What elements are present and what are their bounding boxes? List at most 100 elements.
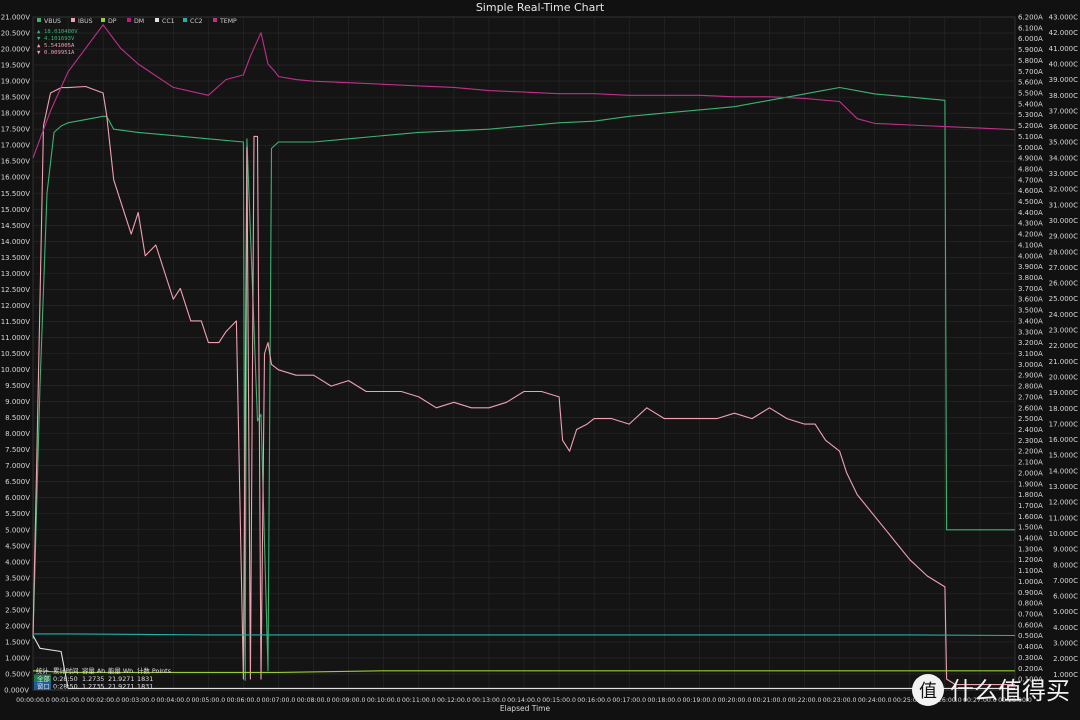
x-tick-label: 00:01:00.0 bbox=[51, 697, 85, 704]
y-right-current-tick-label: 1.200A bbox=[1018, 556, 1043, 564]
y-right-temp-tick-label: 40.000C bbox=[1049, 60, 1078, 68]
y-left-tick-label: 18.500V bbox=[1, 94, 30, 102]
y-left-tick-zero: 0.000V bbox=[4, 687, 29, 695]
y-right-temp-tick-label: 23.000C bbox=[1049, 327, 1078, 335]
y-left-tick-label: 7.500V bbox=[5, 446, 30, 454]
watermark-text: 什么值得买 bbox=[950, 677, 1070, 705]
y-right-temp-tick-label: 18.000C bbox=[1049, 405, 1078, 413]
y-right-current-tick-label: 1.600A bbox=[1018, 513, 1043, 521]
y-right-temp-tick-label: 42.000C bbox=[1049, 29, 1078, 37]
y-right-current-tick-label: 5.900A bbox=[1018, 46, 1043, 54]
y-left-tick-label: 3.000V bbox=[5, 590, 30, 598]
y-right-temp-tick-label: 33.000C bbox=[1049, 170, 1078, 178]
y-right-current-tick-label: 0.500A bbox=[1018, 632, 1043, 640]
y-left-tick-label: 20.000V bbox=[1, 46, 30, 54]
y-right-current-tick-label: 2.600A bbox=[1018, 404, 1043, 412]
y-right-current-tick-label: 1.300A bbox=[1018, 545, 1043, 553]
y-left-tick-label: 4.500V bbox=[5, 542, 30, 550]
chart: Simple Real-Time Chart 0.000V 0.500V 1.000… bbox=[0, 0, 1080, 720]
y-left-tick-label: 7.000V bbox=[5, 462, 30, 470]
legend-swatch-vbus bbox=[37, 18, 41, 22]
y-right-current-tick-label: 2.200A bbox=[1018, 448, 1043, 456]
y-left-tick-label: 10.000V bbox=[1, 366, 30, 374]
y-right-temp-tick-label: 7.000C bbox=[1053, 577, 1078, 585]
y-right-current-tick-label: 5.700A bbox=[1018, 68, 1043, 76]
x-tick-label: 00:19:00.0 bbox=[683, 697, 717, 704]
watermark-logo-glyph: 值 bbox=[919, 681, 937, 702]
y-left-tick-label: 12.000V bbox=[1, 302, 30, 310]
x-tick-label: 00:24:00.0 bbox=[858, 697, 892, 704]
y-left-tick-label: 21.000V bbox=[1, 14, 30, 22]
y-right-current-tick-label: 2.300A bbox=[1018, 437, 1043, 445]
y-left-tick-label: 8.000V bbox=[5, 430, 30, 438]
y-right-temp-tick-label: 24.000C bbox=[1049, 311, 1078, 319]
y-left-tick-label: 20.500V bbox=[1, 30, 30, 38]
readout-value: 4.101693V bbox=[44, 36, 75, 42]
y-right-temp-tick-label: 31.000C bbox=[1049, 201, 1078, 209]
x-tick-label: 00:11:00.0 bbox=[402, 697, 436, 704]
y-left-tick-label: 14.500V bbox=[1, 222, 30, 230]
x-tick-label: 00:05:00.0 bbox=[192, 697, 226, 704]
y-right-current-tick-label: 6.200A bbox=[1018, 14, 1043, 22]
y-right-temp-tick-label: 20.000C bbox=[1049, 373, 1078, 381]
legend-swatch-dm bbox=[127, 18, 131, 22]
y-right-temp-tick-label: 3.000C bbox=[1053, 640, 1078, 648]
y-left-tick-label: 17.500V bbox=[1, 126, 30, 134]
y-right-current-tick-label: 2.700A bbox=[1018, 393, 1043, 401]
y-right-temp-tick-label: 25.000C bbox=[1049, 295, 1078, 303]
x-tick-label: 00:15:00.0 bbox=[542, 697, 576, 704]
y-right-temp-tick-label: 27.000C bbox=[1049, 264, 1078, 272]
y-right-current-tick-label: 6.000A bbox=[1018, 35, 1043, 43]
y-right-current-tick-label: 5.500A bbox=[1018, 89, 1043, 97]
legend-label-vbus: VBUS bbox=[44, 18, 61, 25]
y-right-current-tick-label: 1.900A bbox=[1018, 480, 1043, 488]
legend-label-ibus: IBUS bbox=[78, 18, 93, 25]
y-left-tick-label: 11.000V bbox=[1, 334, 30, 342]
y-left-tick-label: 16.000V bbox=[1, 174, 30, 182]
y-right-temp-tick-label: 9.000C bbox=[1053, 546, 1078, 554]
y-right-current-tick-label: 1.800A bbox=[1018, 491, 1043, 499]
y-right-current-tick-label: 1.100A bbox=[1018, 567, 1043, 575]
y-left-tick-label: 2.500V bbox=[5, 606, 30, 614]
stats-header-cell: 累计时间 bbox=[53, 666, 79, 675]
y-right-temp-tick-label: 37.000C bbox=[1049, 107, 1078, 115]
x-tick-label: 00:14:00.0 bbox=[507, 697, 541, 704]
y-right-temp-tick-label: 38.000C bbox=[1049, 92, 1078, 100]
x-tick-label: 00:18:00.0 bbox=[647, 697, 681, 704]
y-left-tick-label: 6.500V bbox=[5, 478, 30, 486]
y-right-temp-tick-label: 13.000C bbox=[1049, 483, 1078, 491]
x-tick-label: 00:07:00.0 bbox=[262, 697, 296, 704]
watermark: 值 什么值得买 bbox=[912, 674, 1070, 706]
y-right-current-tick-label: 4.800A bbox=[1018, 165, 1043, 173]
y-right-current-tick-label: 3.000A bbox=[1018, 361, 1043, 369]
y-right-current-tick-label: 4.000A bbox=[1018, 252, 1043, 260]
x-tick-label: 00:22:00.0 bbox=[788, 697, 822, 704]
y-left-tick-label: 10.500V bbox=[1, 350, 30, 358]
readout-value: 18.010480V bbox=[44, 29, 78, 35]
stats-table: 统计 累计时间 容量 Ah 能量 Wh 计数 Points全部 0:28:50 1.2735… bbox=[34, 666, 172, 691]
x-tick-label: 00:21:00.0 bbox=[753, 697, 787, 704]
y-axis-voltage: 0.000V 0.500V 1.000V 1.500V 2.000V 2.500V 3.00… bbox=[1, 14, 31, 695]
y-left-tick-label: 13.500V bbox=[1, 254, 30, 262]
y-right-current-tick-label: 0.300A bbox=[1018, 654, 1043, 662]
y-right-current-tick-label: 4.100A bbox=[1018, 241, 1043, 249]
y-right-temp-tick-label: 16.000C bbox=[1049, 436, 1078, 444]
y-right-temp-tick-label: 2.000C bbox=[1053, 655, 1078, 663]
y-right-current-tick-label: 0.200A bbox=[1018, 665, 1043, 673]
y-right-temp-tick-label: 10.000C bbox=[1049, 530, 1078, 538]
y-left-tick-label: 5.000V bbox=[5, 526, 30, 534]
readout-value: 0.009951A bbox=[44, 50, 75, 56]
y-left-tick-label: 3.500V bbox=[5, 574, 30, 582]
x-tick-label: 00:03:00.0 bbox=[121, 697, 155, 704]
y-right-current-tick-label: 3.900A bbox=[1018, 263, 1043, 271]
y-right-temp-tick-label: 12.000C bbox=[1049, 499, 1078, 507]
x-tick-label: 00:00:00.0 bbox=[16, 697, 50, 704]
y-right-temp-tick-label: 6.000C bbox=[1053, 593, 1078, 601]
y-right-current-tick-label: 4.900A bbox=[1018, 155, 1043, 163]
y-right-current-tick-label: 5.100A bbox=[1018, 133, 1043, 141]
x-tick-label: 00:06:00.0 bbox=[227, 697, 261, 704]
legend-swatch-ibus bbox=[71, 18, 75, 22]
stats-cell: 窗口 bbox=[37, 682, 50, 691]
y-left-tick-label: 17.000V bbox=[1, 142, 30, 150]
y-right-current-tick-label: 4.700A bbox=[1018, 176, 1043, 184]
